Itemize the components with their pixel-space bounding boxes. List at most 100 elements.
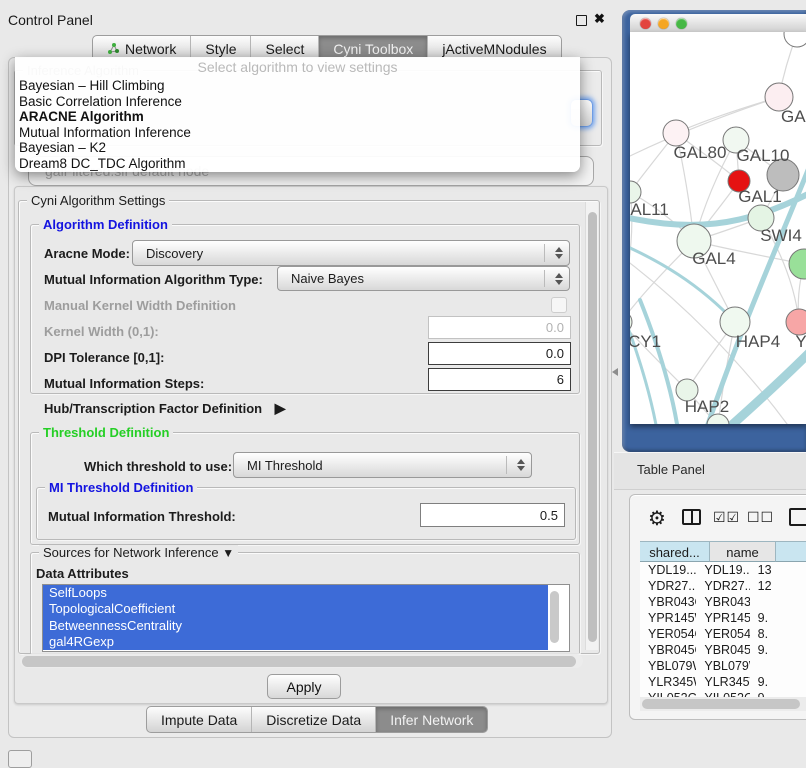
close-icon[interactable]: ✖ bbox=[594, 11, 605, 27]
settings-horizontal-scrollbar[interactable] bbox=[20, 654, 583, 668]
mi-type-label: Mutual Information Algorithm Type: bbox=[44, 272, 263, 287]
table-row[interactable]: YBL079WYBL079W bbox=[640, 658, 806, 674]
table-cell: 9. bbox=[750, 642, 806, 658]
table-row[interactable]: YDR27...YDR27...12 bbox=[640, 578, 806, 594]
table-row[interactable]: YIL052CYIL052C9. bbox=[640, 690, 806, 697]
mi-threshold-field[interactable]: 0.5 bbox=[420, 503, 565, 527]
close-traffic-light-icon[interactable] bbox=[640, 18, 651, 29]
table-row[interactable]: YLR345WYLR345W9. bbox=[640, 674, 806, 690]
tab-label: Network bbox=[125, 41, 176, 57]
network-node-label: GAL bbox=[781, 107, 806, 126]
spinner-arrows-icon bbox=[555, 273, 563, 285]
table-cell bbox=[750, 658, 806, 674]
network-node-label: HAP4 bbox=[736, 332, 780, 351]
table-cell: 8. bbox=[750, 626, 806, 642]
table-cell: YIL052C bbox=[640, 690, 696, 697]
tab-infer-network[interactable]: Infer Network bbox=[376, 707, 487, 732]
float-window-icon[interactable] bbox=[576, 15, 587, 26]
table-row[interactable]: YBR045CYBR045C9. bbox=[640, 642, 806, 658]
manual-kernel-checkbox[interactable] bbox=[551, 297, 567, 313]
kernel-width-label: Kernel Width (0,1): bbox=[44, 324, 159, 339]
mi-steps-field[interactable]: 6 bbox=[428, 368, 571, 391]
which-threshold-select[interactable]: MI Threshold bbox=[233, 452, 532, 478]
mi-type-select[interactable]: Naive Bayes bbox=[277, 266, 570, 291]
column-header[interactable]: A bbox=[776, 541, 806, 562]
table-cell: YER054C bbox=[640, 626, 696, 642]
zoom-traffic-light-icon[interactable] bbox=[676, 18, 687, 29]
network-node[interactable] bbox=[784, 32, 806, 47]
sources-group-label[interactable]: Sources for Network Inference ▼ bbox=[39, 545, 238, 561]
list-scrollbar-thumb[interactable] bbox=[550, 591, 559, 643]
network-node[interactable] bbox=[789, 249, 806, 279]
dropdown-item[interactable]: ARACNE Algorithm bbox=[15, 109, 580, 125]
cyni-algorithm-settings-label: Cyni Algorithm Settings bbox=[27, 193, 169, 208]
table-row[interactable]: YPR145WYPR145W9. bbox=[640, 610, 806, 626]
network-node-label: GAL11 bbox=[630, 200, 669, 219]
splitter-collapse-left-icon[interactable] bbox=[612, 368, 618, 376]
tab-label: Discretize Data bbox=[266, 712, 361, 728]
aracne-mode-select[interactable]: Discovery bbox=[132, 240, 570, 266]
settings-vertical-scrollbar[interactable] bbox=[585, 202, 598, 650]
dropdown-prompt[interactable]: Select algorithm to view settings bbox=[15, 57, 580, 78]
network-node-label: Y bbox=[795, 332, 806, 351]
tab-label: Select bbox=[265, 41, 304, 57]
network-window-titlebar[interactable] bbox=[630, 14, 806, 32]
table-cell: YDR27... bbox=[640, 578, 696, 594]
spinner-arrows-icon bbox=[555, 247, 563, 259]
network-node-label: SWI4 bbox=[760, 226, 802, 245]
table-row[interactable]: YBR043CYBR043C bbox=[640, 594, 806, 610]
dropdown-item[interactable]: Bayesian – Hill Climbing bbox=[15, 78, 580, 94]
tab-label: Cyni Toolbox bbox=[333, 41, 413, 57]
create-column-icon[interactable] bbox=[789, 508, 806, 526]
mi-threshold-label: Mutual Information Threshold: bbox=[48, 509, 236, 524]
table-row[interactable]: YDL19...YDL19...13 bbox=[640, 562, 806, 578]
dropdown-item[interactable]: Mutual Information Inference bbox=[15, 125, 580, 141]
table-cell: YPR145W bbox=[640, 610, 696, 626]
hub-definition-label: Hub/Transcription Factor Definition bbox=[44, 401, 262, 416]
dpi-tolerance-field[interactable]: 0.0 bbox=[428, 342, 571, 365]
settings-vertical-scrollbar-thumb[interactable] bbox=[588, 212, 597, 642]
minimize-traffic-light-icon[interactable] bbox=[658, 18, 669, 29]
data-attributes-label: Data Attributes bbox=[36, 566, 129, 581]
data-attribute-item[interactable]: SelfLoops bbox=[43, 585, 548, 601]
table-settings-gear-icon[interactable]: ⚙ bbox=[648, 506, 666, 531]
table-horizontal-scrollbar[interactable] bbox=[640, 697, 806, 711]
column-header[interactable]: name bbox=[710, 541, 776, 562]
aracne-mode-value: Discovery bbox=[146, 246, 203, 261]
network-node-label: GAL10 bbox=[737, 146, 790, 165]
dropdown-item[interactable]: Bayesian – K2 bbox=[15, 140, 580, 156]
dropdown-item[interactable]: Dream8 DC_TDC Algorithm bbox=[15, 156, 580, 172]
collapse-down-arrow-icon[interactable]: ▼ bbox=[222, 546, 234, 560]
table-cell: 9. bbox=[750, 690, 806, 697]
table-row[interactable]: YER054CYER054C8. bbox=[640, 626, 806, 642]
column-header[interactable]: shared... bbox=[640, 541, 710, 562]
select-all-columns-icon[interactable]: ☑☑ bbox=[713, 509, 740, 526]
collapsed-panel-button[interactable] bbox=[8, 750, 32, 768]
hub-definition-expander[interactable]: Hub/Transcription Factor Definition ▶ bbox=[44, 400, 286, 417]
network-view-canvas[interactable]: GALGAL80GAL10GAL1GAL11SWI4GAL4GCY1HAP4YH… bbox=[630, 32, 806, 424]
tab-impute-data[interactable]: Impute Data bbox=[147, 707, 252, 732]
tab-discretize-data[interactable]: Discretize Data bbox=[252, 707, 376, 732]
data-attributes-list[interactable]: SelfLoopsTopologicalCoefficientBetweenne… bbox=[42, 584, 570, 652]
data-attribute-item[interactable]: TopologicalCoefficient bbox=[43, 601, 548, 617]
expander-right-arrow-icon[interactable]: ▶ bbox=[275, 400, 286, 416]
apply-button[interactable]: Apply bbox=[267, 674, 341, 699]
dpi-tolerance-value: 0.0 bbox=[546, 346, 564, 361]
settings-horizontal-scrollbar-thumb[interactable] bbox=[22, 656, 576, 667]
data-attribute-item[interactable]: gal4RGexp bbox=[43, 634, 548, 650]
unselect-all-columns-icon[interactable]: ☐☐ bbox=[747, 509, 774, 526]
tab-label: Style bbox=[205, 41, 236, 57]
network-node-label: GAL1 bbox=[738, 187, 781, 206]
dropdown-item[interactable]: Basic Correlation Inference bbox=[15, 94, 580, 110]
data-attribute-item[interactable]: BetweennessCentrality bbox=[43, 618, 548, 634]
table-cell: YDL19... bbox=[696, 562, 749, 578]
kernel-width-value: 0.0 bbox=[546, 320, 564, 335]
table-cell: YPR145W bbox=[696, 610, 749, 626]
which-threshold-value: MI Threshold bbox=[247, 458, 323, 473]
show-columns-icon[interactable] bbox=[682, 509, 701, 525]
network-node-label: GCY1 bbox=[630, 332, 661, 351]
kernel-width-field[interactable]: 0.0 bbox=[428, 316, 571, 339]
mi-threshold-value: 0.5 bbox=[540, 508, 558, 523]
table-horizontal-scrollbar-thumb[interactable] bbox=[642, 699, 800, 709]
algorithm-definition-label: Algorithm Definition bbox=[39, 217, 172, 232]
